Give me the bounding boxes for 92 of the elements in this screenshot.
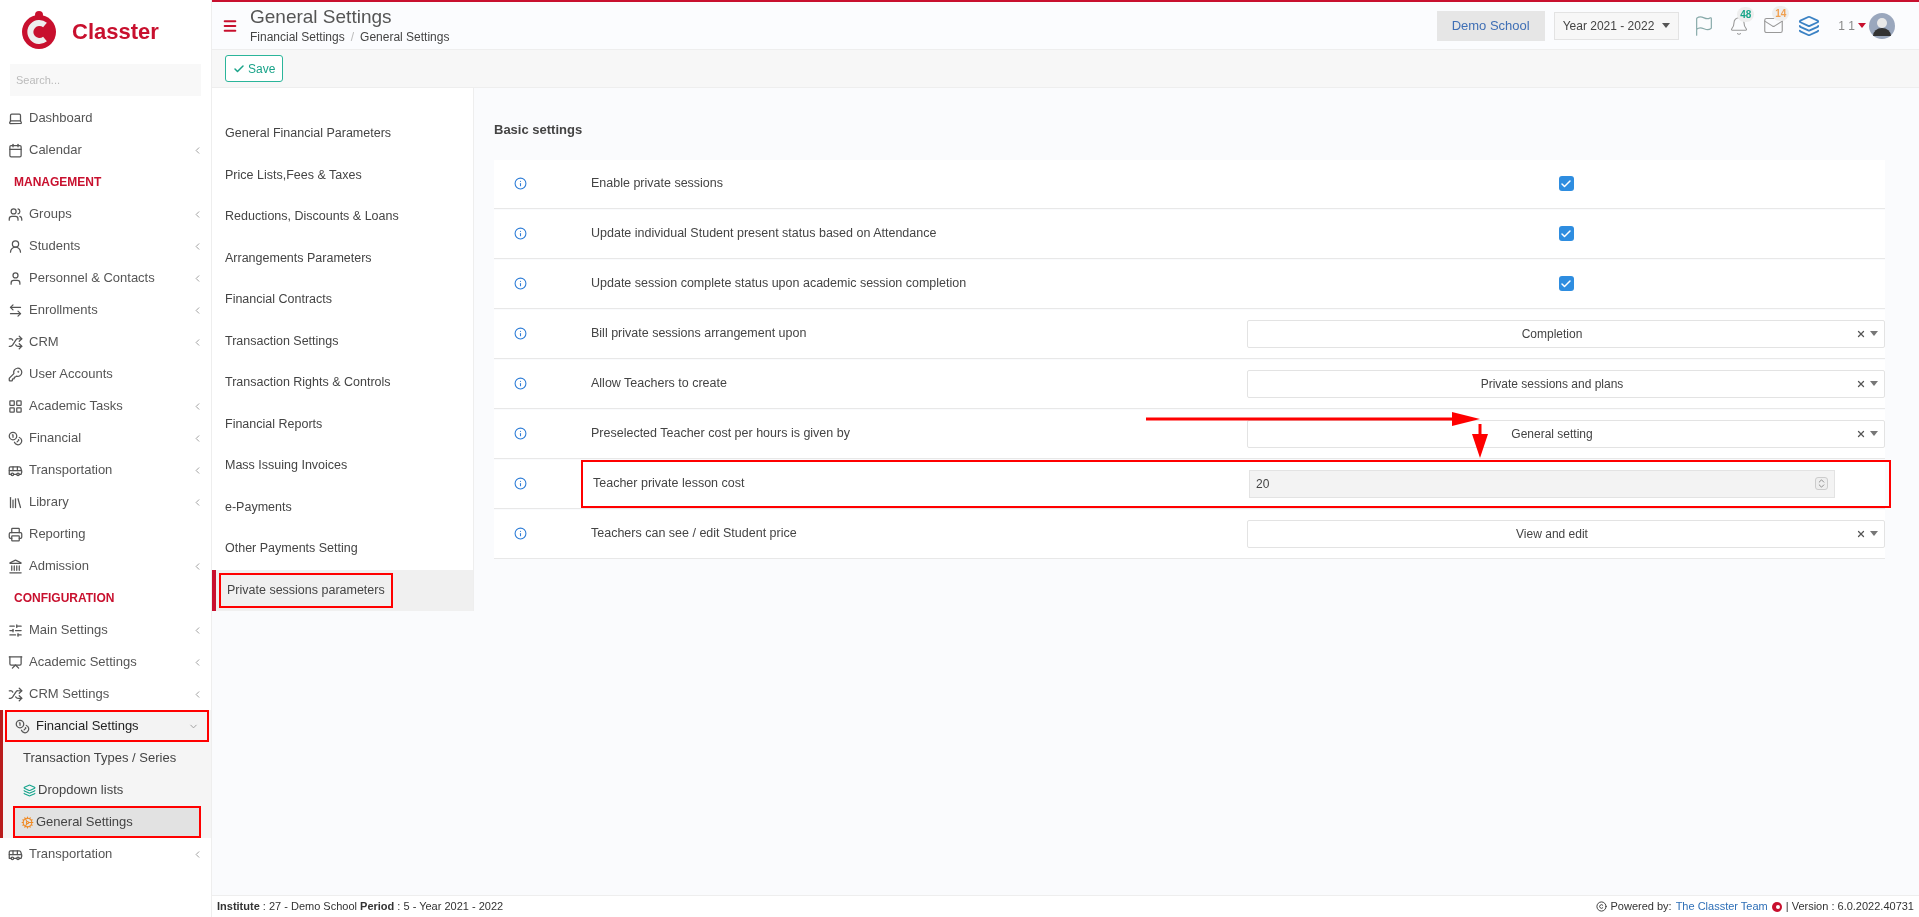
sidebar-item[interactable]: CRM Settings — [0, 678, 211, 710]
sidebar-item[interactable]: Reporting — [0, 518, 211, 550]
setting-label: Update session complete status upon academic session completion — [591, 275, 968, 293]
cog-icon — [21, 815, 34, 829]
settings-menu-item[interactable]: Private sessions parameters — [219, 572, 393, 608]
submenu-item[interactable]: General Settings — [13, 806, 201, 838]
caret-icon — [1870, 381, 1878, 386]
select-field[interactable]: General setting — [1247, 419, 1885, 448]
info-icon[interactable] — [514, 277, 527, 290]
settings-menu-item[interactable]: General Financial Parameters — [225, 124, 392, 144]
sidebar-item[interactable]: Academic Settings — [0, 646, 211, 678]
sidebar-item[interactable]: Financial — [0, 422, 211, 454]
setting-label: Update individual Student present status based on Attendance — [591, 225, 938, 243]
setting-label: Enable private sessions — [591, 175, 725, 193]
copyright-icon — [1596, 901, 1608, 912]
setting-label: Preselected Teacher cost per hours is given by — [591, 425, 851, 443]
notification-badge: 48 — [1737, 6, 1755, 22]
caret-icon — [1870, 431, 1878, 436]
section-heading: CONFIGURATION — [14, 590, 115, 607]
breadcrumb-item[interactable]: Financial Settings — [250, 27, 345, 46]
info-icon[interactable] — [514, 227, 527, 240]
sidebar-item[interactable]: Main Settings — [0, 614, 211, 646]
settings-menu-item[interactable]: Arrangements Parameters — [225, 248, 372, 268]
number-field[interactable]: 20 — [1249, 469, 1835, 498]
settings-menu-item[interactable]: Financial Contracts — [225, 290, 332, 310]
settings-menu-item[interactable]: Financial Reports — [225, 414, 323, 434]
info-icon[interactable] — [514, 377, 527, 390]
layers-icon — [23, 783, 36, 797]
sidebar-item[interactable]: Financial Settings — [5, 710, 209, 742]
clear-icon[interactable] — [1856, 378, 1866, 389]
sidebar-item[interactable]: Groups — [0, 198, 211, 230]
submenu-item[interactable]: Dropdown lists — [3, 774, 211, 806]
mail-icon[interactable] — [1763, 15, 1785, 36]
clear-icon[interactable] — [1856, 428, 1866, 439]
settings-menu-item[interactable]: Reductions, Discounts & Loans — [225, 207, 399, 227]
logo-icon — [1771, 901, 1782, 912]
section-title: Basic settings — [494, 121, 584, 139]
year-dropdown[interactable]: Year 2021 - 2022 — [1553, 11, 1680, 40]
info-icon[interactable] — [514, 427, 527, 440]
message-badge: 14 — [1772, 6, 1790, 21]
settings-menu-item[interactable]: Mass Issuing Invoices — [225, 456, 348, 476]
sidebar-item[interactable]: Transportation — [0, 838, 211, 870]
sidebar-item[interactable]: Enrollments — [0, 294, 211, 326]
breadcrumb-item[interactable]: General Settings — [360, 27, 450, 46]
breadcrumb-separator: / — [350, 28, 355, 46]
sidebar-item[interactable]: Transportation — [0, 454, 211, 486]
search-field[interactable]: Search... — [10, 64, 201, 96]
checkbox[interactable] — [1558, 226, 1574, 241]
version-text: | Version : 6.0.2022.40731 — [1785, 899, 1914, 915]
sidebar-item[interactable]: Library — [0, 486, 211, 518]
page-title: General Settings — [250, 5, 393, 28]
setting-label: Teachers can see / edit Student price — [591, 525, 798, 543]
setting-label: Teacher private lesson cost — [593, 475, 746, 493]
caret-icon — [1870, 331, 1878, 336]
brand-name: Classter — [72, 17, 159, 46]
settings-menu-item[interactable]: Transaction Rights & Controls — [225, 373, 391, 393]
select-field[interactable]: Completion — [1247, 319, 1885, 348]
sidebar-item[interactable]: Academic Tasks — [0, 390, 211, 422]
team-link[interactable]: The Classter Team — [1675, 898, 1768, 915]
clear-icon[interactable] — [1856, 528, 1866, 539]
sidebar-item[interactable]: Admission — [0, 550, 211, 582]
caret-icon — [1662, 23, 1671, 28]
powered-by: Powered by: — [1610, 899, 1672, 915]
sidebar-item[interactable]: Dashboard — [0, 102, 211, 134]
sidebar-item[interactable]: CRM — [0, 326, 211, 358]
avatar[interactable] — [1869, 12, 1895, 39]
school-button[interactable]: Demo School — [1436, 10, 1545, 41]
select-field[interactable]: View and edit — [1247, 519, 1885, 548]
checkbox[interactable] — [1558, 176, 1574, 191]
check-icon — [233, 62, 245, 75]
submenu-item[interactable]: Transaction Types / Series — [3, 742, 211, 774]
sidebar-item[interactable]: Students — [0, 230, 211, 262]
info-icon[interactable] — [514, 527, 527, 540]
setting-label: Allow Teachers to create — [591, 375, 728, 393]
info-icon[interactable] — [514, 477, 527, 490]
settings-menu-item[interactable]: e-Payments — [225, 497, 292, 517]
section-heading: MANAGEMENT — [14, 174, 102, 191]
caret-icon — [1870, 531, 1878, 536]
sidebar-item[interactable]: Personnel & Contacts — [0, 262, 211, 294]
settings-menu-item[interactable]: Price Lists,Fees & Taxes — [225, 165, 362, 185]
select-field[interactable]: Private sessions and plans — [1247, 369, 1885, 398]
institute-info: Institute : 27 - Demo School Period : 5 - Year 2021 - 2022 — [217, 899, 504, 915]
setting-label: Bill private sessions arrangement upon — [591, 325, 808, 343]
info-icon[interactable] — [514, 177, 527, 190]
clear-icon[interactable] — [1856, 328, 1866, 339]
checkbox[interactable] — [1558, 276, 1574, 291]
logo-icon — [20, 10, 58, 52]
sidebar-item[interactable]: User Accounts — [0, 358, 211, 390]
sidebar-item[interactable]: Calendar — [0, 134, 211, 166]
settings-menu-item[interactable]: Other Payments Setting — [225, 539, 358, 559]
settings-menu-item[interactable]: Transaction Settings — [225, 331, 339, 351]
info-icon[interactable] — [514, 327, 527, 340]
